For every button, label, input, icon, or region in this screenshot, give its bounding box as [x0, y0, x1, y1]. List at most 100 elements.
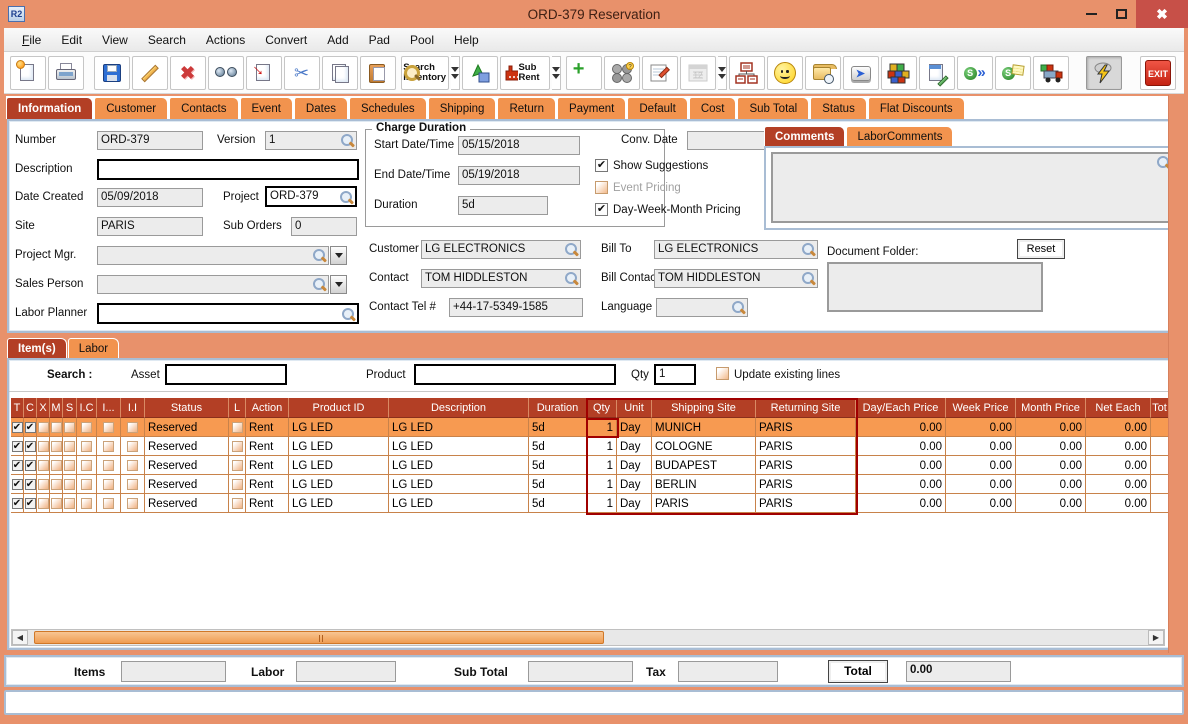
row-checkbox-l[interactable] — [231, 440, 243, 452]
tab-labor[interactable]: Labor — [67, 338, 120, 358]
row-checkbox-ic[interactable] — [81, 478, 92, 490]
menu-actions[interactable]: Actions — [196, 30, 255, 50]
project-field[interactable]: ORD-379 — [265, 186, 357, 207]
cell-product_id[interactable]: LG LED — [289, 475, 389, 494]
cell-action[interactable]: Rent — [246, 475, 289, 494]
labor-planner-search-icon[interactable] — [341, 307, 356, 322]
calendar-dropdown[interactable] — [717, 55, 727, 90]
cell-ii[interactable] — [121, 437, 145, 456]
row-checkbox-x[interactable] — [37, 421, 49, 433]
calendar-button[interactable]: 12 — [679, 55, 716, 90]
col-header-m[interactable]: M — [50, 398, 63, 418]
row-checkbox-s[interactable] — [64, 459, 75, 471]
cell-month_price[interactable]: 0.00 — [1016, 437, 1086, 456]
cell-net_each[interactable]: 0.00 — [1086, 456, 1151, 475]
scroll-left-arrow[interactable]: ◀ — [12, 630, 28, 645]
cell-week_price[interactable]: 0.00 — [946, 418, 1016, 437]
cell-m[interactable] — [50, 475, 63, 494]
col-header-qty[interactable]: Qty — [587, 398, 617, 418]
cell-product_id[interactable]: LG LED — [289, 494, 389, 513]
cell-c[interactable]: ✔ — [24, 437, 37, 456]
cell-description[interactable]: LG LED — [389, 475, 529, 494]
truck-delivery-button[interactable] — [1032, 55, 1069, 90]
cell-unit[interactable]: Day — [617, 494, 652, 513]
tab-flat-discounts[interactable]: Flat Discounts — [867, 97, 965, 119]
row-checkbox-t[interactable]: ✔ — [11, 459, 23, 471]
paste-special-button[interactable]: → — [245, 55, 282, 90]
col-header-ic[interactable]: I.C — [77, 398, 97, 418]
row-checkbox-ii[interactable] — [127, 459, 138, 471]
cell-x[interactable] — [37, 475, 50, 494]
sub-orders-field[interactable]: 0 — [291, 217, 357, 236]
cell-month_price[interactable]: 0.00 — [1016, 456, 1086, 475]
cell-c[interactable]: ✔ — [24, 456, 37, 475]
cell-unit[interactable]: Day — [617, 418, 652, 437]
cell-week_price[interactable]: 0.00 — [946, 437, 1016, 456]
cell-x[interactable] — [37, 418, 50, 437]
cell-action[interactable]: Rent — [246, 494, 289, 513]
cell-qty[interactable]: 1 — [587, 437, 617, 456]
tab-cost[interactable]: Cost — [688, 97, 737, 119]
cell-net_each[interactable]: 0.00 — [1086, 494, 1151, 513]
org-chart-button[interactable] — [728, 55, 765, 90]
tab-return[interactable]: Return — [497, 97, 556, 119]
row-checkbox-idot[interactable] — [103, 459, 114, 471]
cell-t[interactable]: ✔ — [11, 494, 24, 513]
row-checkbox-ii[interactable] — [127, 497, 138, 509]
product-input[interactable] — [414, 364, 616, 385]
menu-view[interactable]: View — [92, 30, 138, 50]
cell-s[interactable] — [63, 418, 77, 437]
cell-l[interactable] — [229, 418, 246, 437]
hot-key-button[interactable]: ➤ — [842, 55, 879, 90]
tab-sub-total[interactable]: Sub Total — [737, 97, 810, 119]
col-header-tot[interactable]: Tot — [1151, 398, 1169, 418]
exit-button[interactable]: EXIT — [1140, 55, 1176, 90]
cell-c[interactable]: ✔ — [24, 418, 37, 437]
customer-search-icon[interactable] — [564, 242, 579, 257]
comments-textarea[interactable] — [771, 152, 1175, 223]
scrollbar-thumb[interactable] — [34, 631, 604, 644]
cell-unit[interactable]: Day — [617, 437, 652, 456]
duration-field[interactable]: 5d — [458, 196, 548, 215]
cell-unit[interactable]: Day — [617, 475, 652, 494]
cell-tot[interactable] — [1151, 456, 1169, 475]
tab-dates[interactable]: Dates — [293, 97, 348, 119]
cubes-button[interactable] — [880, 55, 917, 90]
col-header-product_id[interactable]: Product ID — [289, 398, 389, 418]
tab-payment[interactable]: Payment — [556, 97, 627, 119]
col-header-net_each[interactable]: Net Each — [1086, 398, 1151, 418]
cell-shipping_site[interactable]: COLOGNE — [652, 437, 756, 456]
cell-idot[interactable] — [97, 418, 121, 437]
row-checkbox-m[interactable] — [50, 421, 62, 433]
col-header-description[interactable]: Description — [389, 398, 529, 418]
find-button[interactable] — [207, 55, 244, 90]
project-search-icon[interactable] — [339, 190, 354, 205]
cell-tot[interactable] — [1151, 494, 1169, 513]
cell-idot[interactable] — [97, 456, 121, 475]
update-existing-lines-checkbox[interactable] — [716, 367, 729, 380]
cell-c[interactable]: ✔ — [24, 494, 37, 513]
document-folder-box[interactable] — [827, 262, 1043, 312]
pool-button[interactable]: ? — [603, 55, 640, 90]
cell-t[interactable]: ✔ — [11, 456, 24, 475]
col-header-ii[interactable]: I.I — [121, 398, 145, 418]
row-checkbox-s[interactable] — [64, 440, 75, 452]
table-row[interactable]: ✔ ✔ Reserved Rent LG LED LG LED 5d 1 Day MUNICH PA… — [11, 418, 1169, 437]
cell-month_price[interactable]: 0.00 — [1016, 494, 1086, 513]
convert-button[interactable] — [461, 55, 498, 90]
edit-document-button[interactable] — [918, 55, 955, 90]
row-checkbox-idot[interactable] — [103, 421, 114, 433]
cell-returning_site[interactable]: PARIS — [756, 418, 856, 437]
bill-to-search-icon[interactable] — [801, 242, 816, 257]
cell-returning_site[interactable]: PARIS — [756, 456, 856, 475]
cell-week_price[interactable]: 0.00 — [946, 475, 1016, 494]
cell-x[interactable] — [37, 494, 50, 513]
col-header-day_each_price[interactable]: Day/Each Price — [856, 398, 946, 418]
event-pricing-checkbox[interactable] — [595, 181, 608, 194]
row-checkbox-idot[interactable] — [103, 440, 114, 452]
project-mgr-dropdown[interactable] — [330, 246, 347, 265]
col-header-returning_site[interactable]: Returning Site — [756, 398, 856, 418]
row-checkbox-c[interactable]: ✔ — [24, 440, 36, 452]
cell-ii[interactable] — [121, 494, 145, 513]
cell-tot[interactable] — [1151, 418, 1169, 437]
